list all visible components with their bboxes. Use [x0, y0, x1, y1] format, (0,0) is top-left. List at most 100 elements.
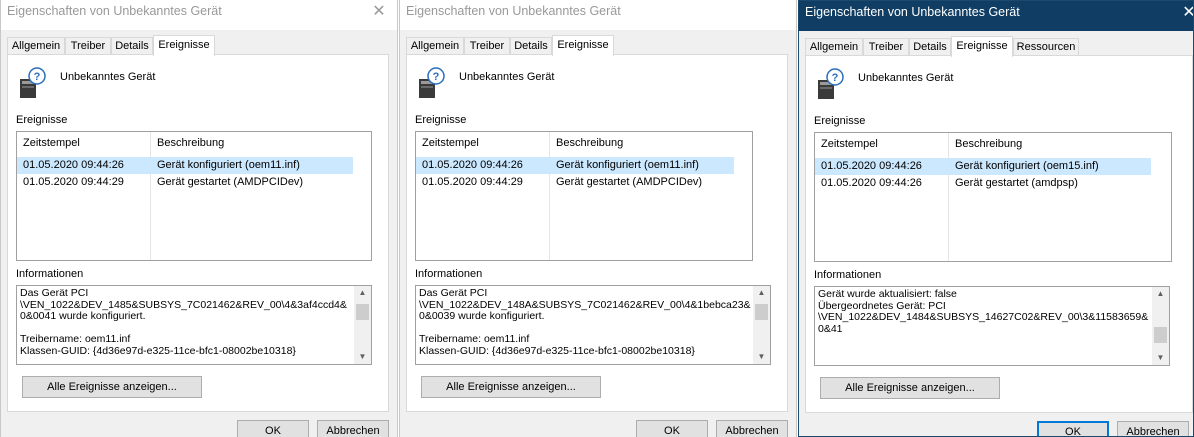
events-list[interactable]: Zeitstempel Beschreibung 01.05.2020 09:4… — [814, 132, 1172, 262]
cancel-button[interactable]: Abbrechen — [1117, 421, 1189, 436]
event-timestamp: 01.05.2020 09:44:29 — [422, 176, 523, 188]
close-icon[interactable]: ✕ — [1171, 1, 1193, 29]
scroll-thumb[interactable] — [755, 304, 768, 320]
column-header-beschreibung[interactable]: Beschreibung — [157, 137, 224, 149]
event-timestamp: 01.05.2020 09:44:26 — [821, 177, 922, 189]
window-title: Eigenschaften von Unbekanntes Gerät — [406, 4, 621, 18]
scroll-up-icon[interactable]: ▲ — [354, 286, 371, 300]
tab-treiber[interactable]: Treiber — [464, 37, 510, 54]
list-header: Zeitstempel Beschreibung — [17, 132, 371, 156]
list-item[interactable]: 01.05.2020 09:44:29 Gerät gestartet (AMD… — [416, 174, 734, 191]
info-textbox[interactable]: Das Gerät PCI \VEN_1022&DEV_148A&SUBSYS_… — [415, 285, 771, 365]
list-item[interactable]: 01.05.2020 09:44:26 Gerät konfiguriert (… — [416, 157, 734, 174]
column-divider — [948, 133, 949, 261]
show-all-events-button[interactable]: Alle Ereignisse anzeigen... — [421, 376, 601, 398]
scroll-thumb[interactable] — [356, 304, 369, 320]
info-text: Das Gerät PCI \VEN_1022&DEV_148A&SUBSYS_… — [419, 287, 751, 357]
cancel-button[interactable]: Abbrechen — [716, 420, 788, 437]
tab-panel: ? Unbekanntes Gerät Ereignisse Zeitstemp… — [406, 54, 788, 412]
show-all-events-button[interactable]: Alle Ereignisse anzeigen... — [820, 377, 1000, 399]
column-divider — [150, 132, 151, 260]
event-description: Gerät konfiguriert (oem15.inf) — [955, 160, 1099, 172]
event-description: Gerät gestartet (amdpsp) — [955, 177, 1078, 189]
info-label: Informationen — [814, 269, 882, 281]
list-item[interactable]: 01.05.2020 09:44:26 Gerät gestartet (amd… — [815, 175, 1153, 192]
column-header-zeitstempel[interactable]: Zeitstempel — [23, 137, 80, 149]
events-list[interactable]: Zeitstempel Beschreibung 01.05.2020 09:4… — [415, 131, 753, 261]
scroll-down-icon[interactable]: ▼ — [1152, 351, 1169, 365]
events-list[interactable]: Zeitstempel Beschreibung 01.05.2020 09:4… — [16, 131, 372, 261]
info-textbox[interactable]: Das Gerät PCI \VEN_1022&DEV_1485&SUBSYS_… — [16, 285, 372, 365]
ok-button[interactable]: OK — [237, 420, 309, 437]
column-header-beschreibung[interactable]: Beschreibung — [955, 138, 1022, 150]
tab-details[interactable]: Details — [111, 37, 153, 54]
tab-treiber[interactable]: Treiber — [65, 37, 111, 54]
show-all-events-button[interactable]: Alle Ereignisse anzeigen... — [22, 376, 202, 398]
event-description: Gerät gestartet (AMDPCIDev) — [157, 176, 304, 188]
events-label: Ereignisse — [16, 114, 68, 126]
event-timestamp: 01.05.2020 09:44:26 — [821, 160, 922, 172]
event-timestamp: 01.05.2020 09:44:29 — [23, 176, 124, 188]
scroll-up-icon[interactable]: ▲ — [753, 286, 770, 300]
scroll-down-icon[interactable]: ▼ — [753, 350, 770, 364]
column-divider — [549, 132, 550, 260]
scroll-up-icon[interactable]: ▲ — [1152, 287, 1169, 301]
events-label: Ereignisse — [415, 114, 467, 126]
window-title: Eigenschaften von Unbekanntes Gerät — [805, 5, 1020, 19]
unknown-device-icon: ? — [818, 68, 844, 99]
events-label: Ereignisse — [814, 115, 866, 127]
device-name: Unbekanntes Gerät — [459, 71, 555, 83]
window-title: Eigenschaften von Unbekanntes Gerät — [7, 4, 222, 18]
properties-dialog-3: Eigenschaften von Unbekanntes Gerät ✕ Al… — [798, 0, 1194, 437]
tab-panel: ? Unbekanntes Gerät Ereignisse Zeitstemp… — [805, 55, 1193, 413]
title-bar[interactable]: Eigenschaften von Unbekanntes Gerät — [400, 0, 796, 30]
list-item[interactable]: 01.05.2020 09:44:26 Gerät konfiguriert (… — [17, 157, 353, 174]
device-name: Unbekanntes Gerät — [60, 71, 156, 83]
cancel-button[interactable]: Abbrechen — [317, 420, 389, 437]
vertical-scrollbar[interactable]: ▲ ▼ — [753, 286, 770, 364]
info-label: Informationen — [415, 268, 483, 280]
column-header-zeitstempel[interactable]: Zeitstempel — [821, 138, 878, 150]
tab-allgemein[interactable]: Allgemein — [7, 37, 65, 54]
tab-ressourcen[interactable]: Ressourcen — [1013, 38, 1079, 55]
event-timestamp: 01.05.2020 09:44:26 — [23, 159, 124, 171]
tab-panel: ? Unbekanntes Gerät Ereignisse Zeitstemp… — [7, 54, 389, 412]
event-description: Gerät konfiguriert (oem11.inf) — [556, 159, 699, 171]
tab-details[interactable]: Details — [510, 37, 552, 54]
ok-button[interactable]: OK — [1037, 421, 1109, 436]
svg-text:?: ? — [34, 71, 41, 83]
event-description: Gerät gestartet (AMDPCIDev) — [556, 176, 703, 188]
title-bar[interactable]: Eigenschaften von Unbekanntes Gerät ✕ — [1, 0, 397, 30]
tab-treiber[interactable]: Treiber — [863, 38, 909, 55]
unknown-device-icon: ? — [20, 67, 46, 98]
tab-ereignisse[interactable]: Ereignisse — [153, 35, 215, 56]
list-header: Zeitstempel Beschreibung — [815, 133, 1171, 157]
svg-text:?: ? — [433, 71, 440, 83]
info-textbox[interactable]: Gerät wurde aktualisiert: false Übergeor… — [814, 286, 1170, 366]
properties-dialog-1: Eigenschaften von Unbekanntes Gerät ✕ Al… — [0, 0, 398, 437]
title-bar[interactable]: Eigenschaften von Unbekanntes Gerät ✕ — [799, 1, 1193, 31]
event-timestamp: 01.05.2020 09:44:26 — [422, 159, 523, 171]
tab-details[interactable]: Details — [909, 38, 951, 55]
properties-dialog-2: Eigenschaften von Unbekanntes Gerät Allg… — [399, 0, 797, 437]
close-icon[interactable]: ✕ — [361, 0, 397, 28]
scroll-thumb[interactable] — [1154, 327, 1167, 343]
info-text: Gerät wurde aktualisiert: false Übergeor… — [818, 288, 1149, 335]
tab-ereignisse[interactable]: Ereignisse — [552, 35, 614, 56]
ok-button[interactable]: OK — [636, 420, 708, 437]
tab-ereignisse[interactable]: Ereignisse — [951, 36, 1013, 57]
column-header-zeitstempel[interactable]: Zeitstempel — [422, 137, 479, 149]
event-description: Gerät konfiguriert (oem11.inf) — [157, 159, 300, 171]
vertical-scrollbar[interactable]: ▲ ▼ — [354, 286, 371, 364]
scroll-down-icon[interactable]: ▼ — [354, 350, 371, 364]
unknown-device-icon: ? — [419, 67, 445, 98]
column-header-beschreibung[interactable]: Beschreibung — [556, 137, 623, 149]
tab-allgemein[interactable]: Allgemein — [805, 38, 863, 55]
list-item[interactable]: 01.05.2020 09:44:26 Gerät konfiguriert (… — [815, 158, 1151, 175]
list-item[interactable]: 01.05.2020 09:44:29 Gerät gestartet (AMD… — [17, 174, 353, 191]
device-name: Unbekanntes Gerät — [858, 72, 954, 84]
info-label: Informationen — [16, 268, 84, 280]
vertical-scrollbar[interactable]: ▲ ▼ — [1152, 287, 1169, 365]
svg-text:?: ? — [832, 72, 839, 84]
tab-allgemein[interactable]: Allgemein — [406, 37, 464, 54]
